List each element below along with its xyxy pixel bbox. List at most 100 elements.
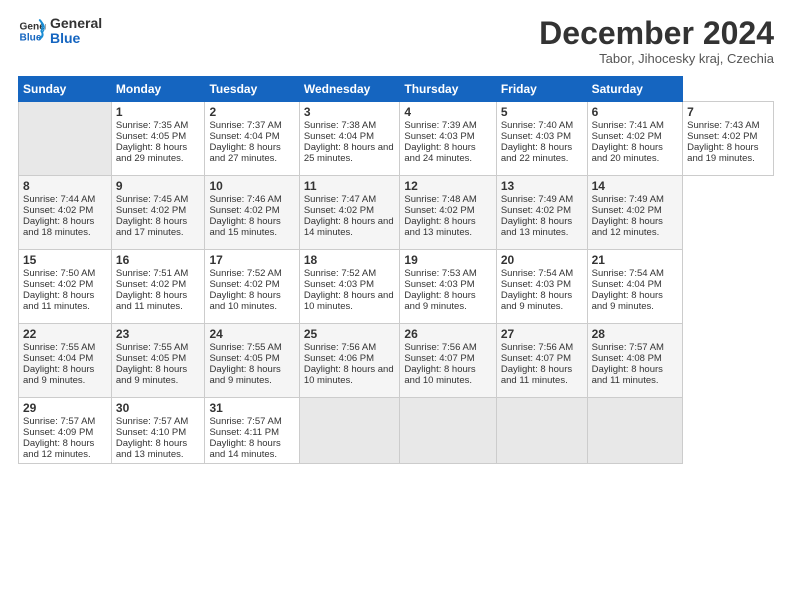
sunrise: Sunrise: 7:55 AM (116, 342, 188, 353)
sunrise: Sunrise: 7:43 AM (687, 120, 759, 131)
sunset: Sunset: 4:07 PM (501, 353, 571, 364)
sunrise: Sunrise: 7:46 AM (209, 194, 281, 205)
sunset: Sunset: 4:02 PM (404, 205, 474, 216)
calendar-cell: 4Sunrise: 7:39 AMSunset: 4:03 PMDaylight… (400, 102, 496, 176)
calendar-cell: 13Sunrise: 7:49 AMSunset: 4:02 PMDayligh… (496, 176, 587, 250)
day-number: 4 (404, 105, 491, 119)
calendar-cell: 8Sunrise: 7:44 AMSunset: 4:02 PMDaylight… (19, 176, 112, 250)
calendar-cell: 30Sunrise: 7:57 AMSunset: 4:10 PMDayligh… (111, 398, 205, 464)
daylight: Daylight: 8 hours and 11 minutes. (501, 364, 572, 386)
sunrise: Sunrise: 7:49 AM (501, 194, 573, 205)
calendar-cell: 7Sunrise: 7:43 AMSunset: 4:02 PMDaylight… (683, 102, 774, 176)
day-number: 7 (687, 105, 769, 119)
calendar-cell (587, 398, 683, 464)
calendar-cell: 2Sunrise: 7:37 AMSunset: 4:04 PMDaylight… (205, 102, 299, 176)
calendar: SundayMondayTuesdayWednesdayThursdayFrid… (18, 76, 774, 464)
svg-text:Blue: Blue (20, 33, 42, 44)
sunrise: Sunrise: 7:56 AM (404, 342, 476, 353)
day-number: 26 (404, 327, 491, 341)
sunset: Sunset: 4:09 PM (23, 427, 93, 438)
sunset: Sunset: 4:02 PM (23, 205, 93, 216)
calendar-cell: 19Sunrise: 7:53 AMSunset: 4:03 PMDayligh… (400, 250, 496, 324)
day-header: Monday (111, 77, 205, 102)
calendar-cell: 25Sunrise: 7:56 AMSunset: 4:06 PMDayligh… (299, 324, 400, 398)
calendar-cell: 18Sunrise: 7:52 AMSunset: 4:03 PMDayligh… (299, 250, 400, 324)
sunrise: Sunrise: 7:39 AM (404, 120, 476, 131)
sunset: Sunset: 4:03 PM (404, 279, 474, 290)
sunset: Sunset: 4:03 PM (501, 279, 571, 290)
sunrise: Sunrise: 7:57 AM (592, 342, 664, 353)
sunset: Sunset: 4:02 PM (304, 205, 374, 216)
header-row: SundayMondayTuesdayWednesdayThursdayFrid… (19, 77, 774, 102)
daylight: Daylight: 8 hours and 17 minutes. (116, 216, 187, 238)
sunrise: Sunrise: 7:54 AM (592, 268, 664, 279)
calendar-cell: 16Sunrise: 7:51 AMSunset: 4:02 PMDayligh… (111, 250, 205, 324)
daylight: Daylight: 8 hours and 10 minutes. (209, 290, 280, 312)
daylight: Daylight: 8 hours and 10 minutes. (404, 364, 475, 386)
calendar-cell: 31Sunrise: 7:57 AMSunset: 4:11 PMDayligh… (205, 398, 299, 464)
calendar-cell: 10Sunrise: 7:46 AMSunset: 4:02 PMDayligh… (205, 176, 299, 250)
sunset: Sunset: 4:04 PM (304, 131, 374, 142)
sunset: Sunset: 4:05 PM (209, 353, 279, 364)
day-number: 29 (23, 401, 107, 415)
daylight: Daylight: 8 hours and 13 minutes. (501, 216, 572, 238)
day-number: 25 (304, 327, 396, 341)
empty-cell (19, 102, 112, 176)
daylight: Daylight: 8 hours and 11 minutes. (23, 290, 94, 312)
daylight: Daylight: 8 hours and 19 minutes. (687, 142, 758, 164)
day-header: Wednesday (299, 77, 400, 102)
sunrise: Sunrise: 7:57 AM (116, 416, 188, 427)
calendar-cell: 28Sunrise: 7:57 AMSunset: 4:08 PMDayligh… (587, 324, 683, 398)
daylight: Daylight: 8 hours and 15 minutes. (209, 216, 280, 238)
daylight: Daylight: 8 hours and 25 minutes. (304, 142, 394, 164)
sunset: Sunset: 4:03 PM (304, 279, 374, 290)
sunset: Sunset: 4:04 PM (23, 353, 93, 364)
sunset: Sunset: 4:02 PM (501, 205, 571, 216)
sunset: Sunset: 4:02 PM (592, 205, 662, 216)
page: General Blue General Blue December 2024 … (0, 0, 792, 612)
calendar-cell: 29Sunrise: 7:57 AMSunset: 4:09 PMDayligh… (19, 398, 112, 464)
sunset: Sunset: 4:05 PM (116, 131, 186, 142)
calendar-cell: 27Sunrise: 7:56 AMSunset: 4:07 PMDayligh… (496, 324, 587, 398)
day-number: 12 (404, 179, 491, 193)
calendar-cell: 21Sunrise: 7:54 AMSunset: 4:04 PMDayligh… (587, 250, 683, 324)
daylight: Daylight: 8 hours and 27 minutes. (209, 142, 280, 164)
calendar-cell: 22Sunrise: 7:55 AMSunset: 4:04 PMDayligh… (19, 324, 112, 398)
daylight: Daylight: 8 hours and 12 minutes. (23, 438, 94, 460)
daylight: Daylight: 8 hours and 13 minutes. (116, 438, 187, 460)
logo-blue: Blue (50, 31, 102, 46)
daylight: Daylight: 8 hours and 24 minutes. (404, 142, 475, 164)
day-number: 2 (209, 105, 294, 119)
calendar-cell: 3Sunrise: 7:38 AMSunset: 4:04 PMDaylight… (299, 102, 400, 176)
daylight: Daylight: 8 hours and 14 minutes. (304, 216, 394, 238)
sunset: Sunset: 4:04 PM (592, 279, 662, 290)
calendar-cell: 5Sunrise: 7:40 AMSunset: 4:03 PMDaylight… (496, 102, 587, 176)
day-number: 21 (592, 253, 679, 267)
daylight: Daylight: 8 hours and 29 minutes. (116, 142, 187, 164)
daylight: Daylight: 8 hours and 11 minutes. (592, 364, 663, 386)
day-number: 22 (23, 327, 107, 341)
calendar-cell: 9Sunrise: 7:45 AMSunset: 4:02 PMDaylight… (111, 176, 205, 250)
day-number: 17 (209, 253, 294, 267)
calendar-cell: 17Sunrise: 7:52 AMSunset: 4:02 PMDayligh… (205, 250, 299, 324)
sunrise: Sunrise: 7:48 AM (404, 194, 476, 205)
sunset: Sunset: 4:02 PM (23, 279, 93, 290)
day-number: 19 (404, 253, 491, 267)
sunrise: Sunrise: 7:53 AM (404, 268, 476, 279)
sunrise: Sunrise: 7:51 AM (116, 268, 188, 279)
sunrise: Sunrise: 7:52 AM (304, 268, 376, 279)
calendar-cell: 12Sunrise: 7:48 AMSunset: 4:02 PMDayligh… (400, 176, 496, 250)
day-number: 14 (592, 179, 679, 193)
logo: General Blue General Blue (18, 16, 102, 47)
daylight: Daylight: 8 hours and 9 minutes. (116, 364, 187, 386)
day-number: 27 (501, 327, 583, 341)
sunrise: Sunrise: 7:49 AM (592, 194, 664, 205)
day-number: 1 (116, 105, 201, 119)
calendar-cell: 6Sunrise: 7:41 AMSunset: 4:02 PMDaylight… (587, 102, 683, 176)
calendar-cell (400, 398, 496, 464)
day-number: 5 (501, 105, 583, 119)
logo-general: General (50, 16, 102, 31)
day-number: 6 (592, 105, 679, 119)
sunrise: Sunrise: 7:55 AM (23, 342, 95, 353)
daylight: Daylight: 8 hours and 9 minutes. (23, 364, 94, 386)
